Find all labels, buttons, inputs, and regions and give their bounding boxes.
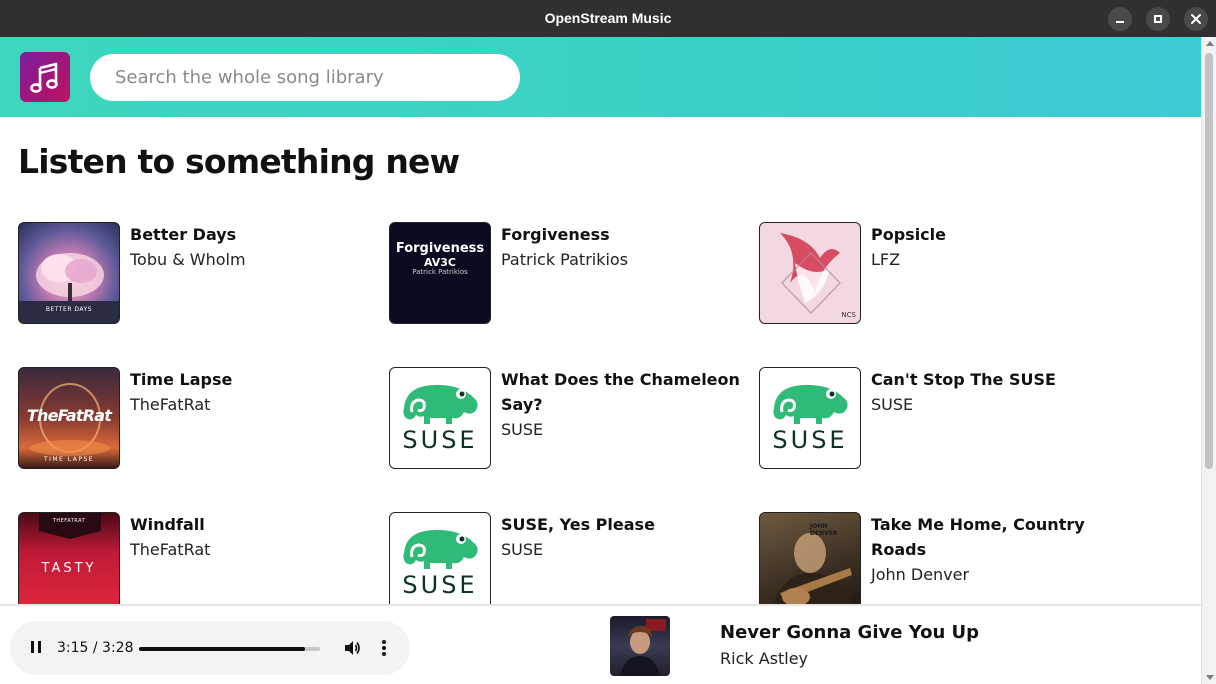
album-cover[interactable]: SUSE [389, 367, 491, 469]
album-cover[interactable]: Forgiveness AV3C Patrick Patrikios [389, 222, 491, 324]
song-title: Can't Stop The SUSE [871, 370, 1056, 389]
cover-text: JOHN DENVER [810, 523, 838, 537]
song-artist: Patrick Patrikios [501, 250, 629, 269]
pause-button[interactable] [28, 639, 44, 657]
never-gonna-give-you-up-artwork [620, 619, 666, 676]
song-title: What Does the Chameleon Say? [501, 370, 740, 414]
song-artist: TheFatRat [130, 540, 211, 559]
cover-text: SUSE [772, 426, 848, 454]
album-cover[interactable]: NCS [759, 222, 861, 324]
maximize-button[interactable] [1146, 7, 1170, 31]
song-title: Windfall [130, 515, 205, 534]
song-artist: John Denver [871, 565, 970, 584]
song-title: SUSE, Yes Please [501, 515, 655, 534]
app-logo[interactable] [20, 52, 70, 102]
song-artist: SUSE [501, 540, 544, 559]
progress-fill [139, 647, 306, 651]
maximize-icon [1154, 15, 1162, 23]
minimize-button[interactable] [1108, 7, 1132, 31]
album-cover[interactable]: SUSE [389, 512, 491, 604]
song-artist: SUSE [871, 395, 914, 414]
song-card[interactable]: SUSE Can't Stop The SUSE SUSE [759, 367, 1119, 471]
scrollbar-thumb[interactable] [1205, 53, 1213, 469]
song-card[interactable]: JOHN DENVER Take Me Home, Country Roads … [759, 512, 1119, 604]
section-heading: Listen to something new [18, 142, 460, 181]
main-content: Listen to something new BETTER DAYS Bett… [0, 117, 1201, 604]
album-cover[interactable]: BETTER DAYS [18, 222, 120, 324]
more-vertical-icon [382, 640, 386, 644]
cover-artist-text: Patrick Patrikios [412, 268, 468, 276]
song-card[interactable]: Forgiveness AV3C Patrick Patrikios Forgi… [389, 222, 749, 326]
close-icon [1191, 14, 1201, 24]
search-input[interactable] [90, 54, 520, 101]
song-card[interactable]: SUSE SUSE, Yes Please SUSE [389, 512, 749, 604]
cover-text: NCS [841, 311, 856, 319]
song-card[interactable]: NCS Popsicle LFZ [759, 222, 1119, 326]
cover-subtext: THEFATRAT [52, 518, 86, 524]
album-cover[interactable]: THEFATRAT TASTY [18, 512, 120, 604]
now-playing-title: Never Gonna Give You Up [720, 622, 980, 643]
scroll-down-arrow-icon[interactable] [1206, 675, 1214, 680]
cover-text: TheFatRat [26, 406, 112, 425]
song-title: Time Lapse [130, 370, 233, 389]
vertical-scrollbar[interactable] [1201, 37, 1216, 684]
album-cover[interactable]: SUSE [759, 367, 861, 469]
minimize-icon [1116, 21, 1124, 23]
player-bar: 3:15 / 3:28 Never Gonna Give You Up Rick… [0, 604, 1201, 684]
song-artist: SUSE [501, 420, 544, 439]
cover-subtext: TIME LAPSE [43, 456, 95, 463]
progress-slider[interactable] [139, 647, 320, 651]
cover-text: TASTY [41, 561, 97, 576]
cover-text: BETTER DAYS [45, 306, 93, 313]
volume-icon[interactable] [343, 639, 361, 657]
now-playing-artist: Rick Astley [720, 649, 809, 668]
album-cover[interactable]: JOHN DENVER [759, 512, 861, 604]
scroll-up-arrow-icon[interactable] [1206, 41, 1214, 46]
song-card[interactable]: TheFatRat TIME LAPSE Time Lapse TheFatRa… [18, 367, 378, 471]
song-artist: Tobu & Wholm [130, 250, 246, 269]
song-artist: LFZ [871, 250, 901, 269]
cover-text: Forgiveness [395, 241, 485, 256]
music-note-icon [30, 62, 58, 93]
song-card[interactable]: BETTER DAYS Better Days Tobu & Wholm [18, 222, 378, 326]
song-title: Take Me Home, Country Roads [871, 515, 1085, 559]
cover-text: SUSE [402, 426, 478, 454]
pause-icon [31, 641, 34, 653]
audio-player: 3:15 / 3:28 [10, 621, 410, 675]
song-title: Forgiveness [501, 225, 610, 244]
album-cover[interactable]: TheFatRat TIME LAPSE [18, 367, 120, 469]
song-artist: TheFatRat [130, 395, 211, 414]
app-header [0, 37, 1201, 117]
song-card[interactable]: SUSE What Does the Chameleon Say? SUSE [389, 367, 749, 471]
windfall-artwork [39, 513, 101, 539]
song-title: Better Days [130, 225, 237, 244]
window-title: OpenStream Music [544, 10, 672, 26]
song-card[interactable]: THEFATRAT TASTY Windfall TheFatRat [18, 512, 378, 604]
title-bar: OpenStream Music [0, 0, 1216, 37]
cover-text: SUSE [402, 571, 478, 599]
popsicle-artwork [780, 233, 842, 315]
close-button[interactable] [1184, 7, 1208, 31]
song-title: Popsicle [871, 225, 946, 244]
now-playing-cover[interactable] [610, 616, 670, 676]
playback-time: 3:15 / 3:28 [57, 640, 134, 656]
more-options-button[interactable] [379, 639, 389, 657]
